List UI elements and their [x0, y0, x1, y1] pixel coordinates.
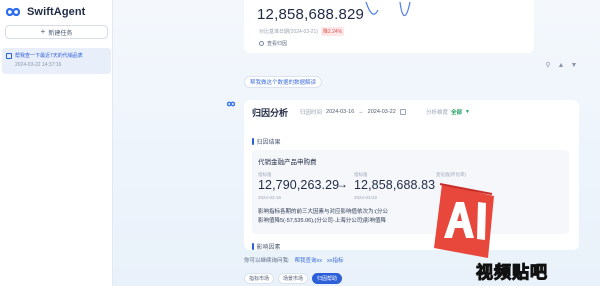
data-interpretation-prompt[interactable]: 帮我做这个数据的数据解读	[244, 76, 323, 88]
kpi-start-date: 2024-03-16	[258, 195, 282, 200]
date-range-picker[interactable]: 归因时间 2024-03-16 → 2024-03-22	[300, 107, 406, 117]
result-section-heading: 归因结果	[252, 137, 281, 146]
product-name: 代销金融产品申购费	[258, 159, 317, 166]
bulb-icon	[259, 41, 264, 46]
follow-up-prompt: 你可以继续询问我:	[244, 258, 290, 264]
factor-heading-label: 影响因素	[256, 245, 281, 250]
watermark-logo	[434, 183, 494, 258]
trend-sparkline	[365, 1, 411, 17]
bot-avatar-icon	[226, 101, 236, 107]
new-task-label: 新建任务	[48, 30, 73, 37]
infinity-logo-icon	[5, 7, 21, 17]
location-pin-icon[interactable]: ⚲	[544, 62, 552, 70]
app-name: SwiftAgent	[27, 6, 86, 18]
view-attribution-link[interactable]: 查看归因	[259, 40, 287, 47]
date-start: 2024-03-16	[326, 109, 355, 115]
metric-compare-date: 对比基准日期(2024-03-21)	[259, 29, 318, 35]
view-attribution-label: 查看归因	[267, 41, 288, 47]
thumbs-down-icon[interactable]: ▼	[570, 62, 578, 70]
dimension-label: 分析维度	[426, 110, 449, 116]
thumbs-up-icon[interactable]: ▲	[557, 62, 565, 70]
task-title: 帮我查一下最近7天的代销品表	[15, 53, 83, 59]
attribution-title: 归因分析	[252, 108, 289, 118]
delta-badge: 降2.24%	[320, 27, 345, 36]
follow-up-suggestions: 你可以继续询问我: 帮我查询xx xx指标	[244, 256, 344, 264]
kpi-start-value: 12,790,263.29	[258, 178, 340, 192]
date-end: 2024-03-22	[367, 109, 396, 115]
dimension-select[interactable]: 分析维度 全部 ▼	[426, 107, 470, 117]
result-heading-label: 归因结果	[256, 140, 281, 146]
suggestion-link[interactable]: 帮我查询xx	[295, 256, 323, 264]
section-marker	[252, 138, 254, 145]
chip-scenario-market[interactable]: 场景市场	[278, 273, 309, 284]
section-marker	[252, 243, 254, 250]
metric-card: 12,858,688.829 对比基准日期(2024-03-21) 降2.24%…	[244, 0, 534, 53]
kpi-end-date: 2024-03-22	[354, 195, 378, 200]
quick-chips: 指标市场 场景市场 归因帮助	[244, 273, 343, 284]
date-range-label: 归因时间	[300, 110, 323, 116]
calendar-icon	[399, 109, 406, 115]
chip-metric-market[interactable]: 指标市场	[244, 273, 275, 284]
dimension-value: 全部	[451, 110, 463, 116]
watermark-caption: 视频贴吧	[476, 263, 548, 284]
task-timestamp: 2024-03-22 14:37:16	[15, 62, 62, 68]
watermark: 视频贴吧	[420, 178, 592, 286]
metric-value: 12,858,688.829	[257, 6, 365, 23]
caret-down-icon: ▼	[465, 109, 470, 115]
task-list-item[interactable]: 帮我查一下最近7天的代销品表 2024-03-22 14:37:16	[2, 48, 111, 74]
document-icon	[6, 52, 12, 59]
new-task-button[interactable]: + 新建任务	[5, 25, 108, 39]
brand: SwiftAgent	[3, 3, 85, 21]
chip-attribution-help[interactable]: 归因帮助	[312, 273, 343, 284]
arrow-right-icon: →	[336, 177, 348, 191]
message-actions: ⚲ ▲ ▼	[544, 62, 578, 70]
date-separator: →	[358, 109, 364, 115]
plus-icon: +	[40, 27, 46, 36]
suggestion-link[interactable]: xx指标	[327, 256, 344, 264]
sidebar: SwiftAgent + 新建任务 帮我查一下最近7天的代销品表 2024-03…	[0, 0, 113, 286]
factor-section-heading: 影响因素	[252, 242, 281, 250]
